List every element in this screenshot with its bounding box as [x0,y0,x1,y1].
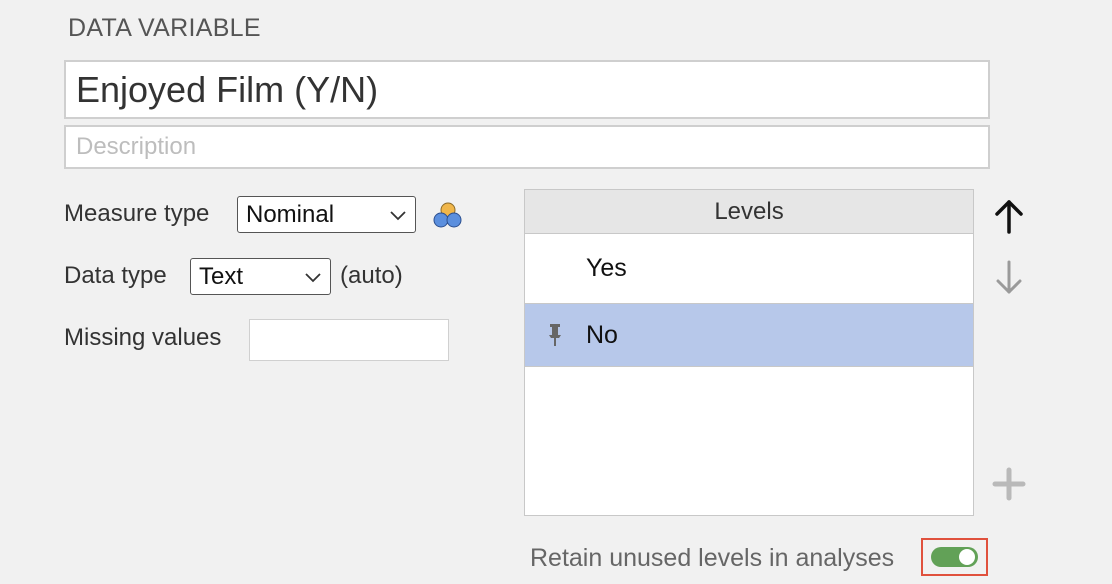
data-type-select[interactable]: Text [190,258,331,295]
measure-type-select[interactable]: Nominal [237,196,416,233]
toggle-highlight-frame [921,538,988,576]
arrow-down-icon [996,260,1022,294]
add-level-button[interactable] [991,464,1027,504]
retain-unused-label: Retain unused levels in analyses [530,544,895,572]
data-type-value: Text [199,262,244,290]
level-label: Yes [586,254,627,282]
chevron-down-icon [390,210,406,220]
arrow-up-icon [995,200,1023,234]
plus-icon [992,467,1026,501]
retain-unused-toggle[interactable] [931,547,978,567]
missing-values-input[interactable] [249,319,449,361]
level-row-selected[interactable]: No [525,304,973,367]
move-down-button[interactable] [991,258,1027,298]
data-type-label: Data type [64,262,167,289]
missing-values-label: Missing values [64,324,222,351]
toggle-knob [959,549,975,565]
section-title: DATA VARIABLE [68,14,261,42]
pin-icon[interactable] [548,322,562,348]
levels-table: Levels Yes No [524,189,974,516]
description-input[interactable] [64,125,990,169]
measure-type-value: Nominal [246,200,335,228]
variable-name-input[interactable] [64,60,990,119]
chevron-down-icon [305,272,321,282]
nominal-icon [433,202,462,228]
level-label: No [586,320,618,349]
measure-type-label: Measure type [64,200,210,227]
levels-header: Levels [525,190,973,234]
auto-label: (auto) [340,262,403,289]
level-row[interactable]: Yes [525,234,973,304]
move-up-button[interactable] [991,196,1027,236]
